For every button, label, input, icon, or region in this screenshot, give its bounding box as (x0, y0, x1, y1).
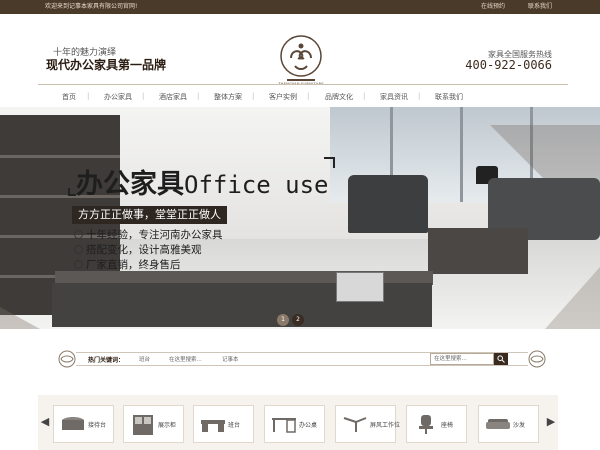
category-label: 班台 (228, 422, 241, 429)
hotline-number: 400-922-0066 (465, 58, 552, 72)
nav-item-contact[interactable]: 联系我们 (435, 92, 463, 102)
category-reception-desk[interactable]: 接待台 (53, 405, 114, 443)
display-cabinet-icon (133, 415, 153, 435)
title-corner-mark (68, 188, 76, 196)
slider-dot-1[interactable]: 1 (277, 314, 289, 326)
search-input[interactable]: 在这里搜索... (430, 353, 494, 365)
nav-item-office-furniture[interactable]: 办公家具 (104, 92, 132, 102)
header: 十年的魅力演绎 现代办公家具第一品牌 ZHENGYAN FURNITURE 家具… (0, 14, 600, 88)
banner-bullet: 十年经验，专注河南办公家具 (74, 228, 223, 243)
category-label: 沙发 (513, 422, 526, 429)
nav-separator: | (197, 92, 200, 100)
slider-dot-2[interactable]: 2 (292, 314, 304, 326)
nav-separator: | (418, 92, 421, 100)
banner-bullets: 十年经验，专注河南办公家具 搭配变化，设计高雅美观 厂家直销，终身售后 (74, 228, 223, 273)
nav-item-hotel-furniture[interactable]: 酒店家具 (159, 92, 187, 102)
decor-triangle (0, 307, 40, 329)
coffee-table-image (428, 228, 528, 274)
category-office-desk[interactable]: 办公桌 (264, 405, 325, 443)
nav-separator: | (307, 92, 310, 100)
nav-separator: | (87, 92, 90, 100)
category-executive-desk[interactable]: 班台 (193, 405, 254, 443)
office-desk-icon (272, 418, 296, 433)
category-label: 接待台 (88, 422, 107, 429)
banner-motto: 方方正正做事，堂堂正正做人 (72, 206, 227, 224)
nav-separator: | (142, 92, 145, 100)
slogan-big: 现代办公家具第一品牌 (46, 58, 167, 72)
nav-item-news[interactable]: 家具资讯 (380, 92, 408, 102)
nav-item-solutions[interactable]: 整体方案 (214, 92, 242, 102)
category-screen-workstation[interactable]: 屏风工作位 (335, 405, 400, 443)
online-order-link[interactable]: 在线预约 (481, 0, 505, 14)
category-label: 办公桌 (299, 422, 318, 429)
category-sofa[interactable]: 沙发 (478, 405, 539, 443)
nav-item-cases[interactable]: 客户实例 (269, 92, 297, 102)
reception-desk-icon (62, 417, 84, 430)
nav-item-home[interactable]: 首页 (62, 92, 76, 102)
carousel-prev-icon[interactable]: ◀ (40, 415, 50, 429)
search-bar: 热门关键词： 班台 在这里搜索... 记事本 在这里搜索... (58, 348, 546, 370)
circle-bullet-icon (74, 260, 83, 269)
banner-bullet: 厂家直销，终身售后 (74, 258, 223, 273)
search-button[interactable] (494, 353, 508, 365)
banner-title-en: Office use (184, 171, 329, 199)
welcome-text: 欢迎来到记事本家具有限公司官网! (45, 3, 138, 10)
hot-keywords-label: 热门关键词： (88, 357, 125, 364)
nav-separator: | (363, 92, 366, 100)
category-label: 座椅 (441, 422, 454, 429)
banner-title: 办公家具Office use (76, 162, 329, 201)
nav-separator: | (252, 92, 255, 100)
screen-workstation-icon (343, 417, 367, 432)
ornament-left-icon (58, 350, 76, 368)
brand-logo[interactable] (277, 34, 325, 86)
contact-link[interactable]: 联系我们 (528, 0, 552, 14)
laptop-image (336, 272, 384, 302)
chair-icon (419, 415, 433, 434)
banner-title-cn: 办公家具 (76, 169, 184, 200)
category-label: 展示柜 (158, 422, 177, 429)
top-bar: 欢迎来到记事本家具有限公司官网! 在线预约 联系我们 (0, 0, 600, 14)
main-nav: 首页 | 办公家具 | 酒店家具 | 整体方案 | 客户实例 | 品牌文化 | … (38, 84, 568, 106)
banner-bullet: 搭配变化，设计高雅美观 (74, 243, 223, 258)
sofa-icon (486, 419, 510, 429)
circle-bullet-icon (74, 245, 83, 254)
circle-bullet-icon (74, 230, 83, 239)
category-display-cabinet[interactable]: 展示柜 (123, 405, 184, 443)
nav-item-brand-culture[interactable]: 品牌文化 (325, 92, 353, 102)
category-label: 屏风工作位 (370, 422, 401, 429)
hot-keyword-link[interactable]: 记事本 (222, 355, 239, 363)
hot-keyword-link[interactable]: 班台 (139, 355, 150, 363)
ornament-right-icon (528, 350, 546, 368)
decor-triangle (545, 267, 600, 329)
hot-keyword-link[interactable]: 在这里搜索... (169, 355, 202, 363)
category-chair[interactable]: 座椅 (406, 405, 467, 443)
category-carousel: ◀ 接待台 展示柜 班台 办公桌 屏风工作位 座椅 沙发 ▶ (38, 395, 558, 450)
executive-desk-icon (201, 420, 225, 432)
search-icon (497, 355, 505, 363)
armchair-image (348, 175, 428, 233)
carousel-next-icon[interactable]: ▶ (546, 415, 556, 429)
